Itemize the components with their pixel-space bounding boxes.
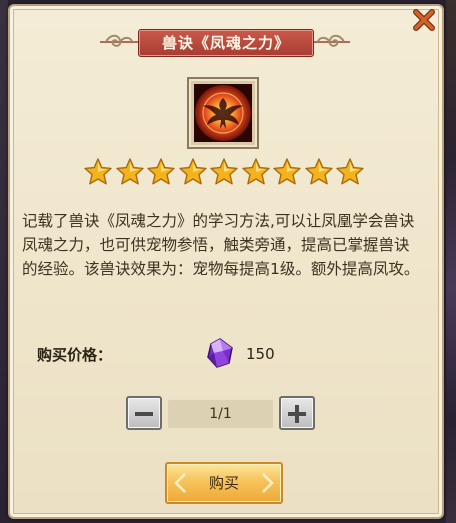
star-icon bbox=[336, 158, 364, 185]
close-button[interactable] bbox=[410, 6, 438, 34]
arrow-ornament-left-icon bbox=[174, 473, 186, 493]
decrease-quantity-button[interactable] bbox=[126, 396, 162, 430]
star-icon bbox=[304, 158, 333, 185]
star-icon bbox=[273, 158, 301, 185]
star-icon bbox=[241, 158, 270, 185]
arrow-ornament-right-icon bbox=[262, 473, 274, 493]
purple-gem-icon bbox=[207, 338, 233, 368]
price-label: 购买价格： bbox=[37, 346, 113, 364]
title-banner: 兽诀《凤魂之力》 bbox=[100, 28, 350, 57]
item-icon-frame bbox=[187, 77, 259, 149]
increase-quantity-button[interactable] bbox=[279, 396, 315, 430]
cloud-ornament-right-icon bbox=[317, 34, 345, 47]
background-right-edge bbox=[446, 0, 456, 523]
dialog-title: 兽诀《凤魂之力》 bbox=[138, 29, 314, 57]
price-value: 150 bbox=[246, 345, 275, 363]
buy-button[interactable]: 购买 bbox=[165, 462, 283, 504]
game-screen: 兽诀《凤魂之力》 记载了兽诀《凤魂之力》的学习方法,可以让凤凰学会兽诀凤魂之力，… bbox=[0, 0, 456, 523]
phoenix-icon bbox=[194, 84, 252, 142]
star-icon bbox=[178, 158, 207, 185]
star-rating bbox=[83, 157, 365, 189]
star-icon bbox=[84, 158, 112, 185]
cloud-ornament-left-icon bbox=[105, 34, 133, 47]
minus-icon bbox=[135, 412, 153, 416]
star-icon bbox=[115, 158, 144, 185]
item-description: 记载了兽诀《凤魂之力》的学习方法,可以让凤凰学会兽诀凤魂之力，也可供宠物参悟，触… bbox=[22, 212, 420, 278]
star-icon bbox=[147, 158, 175, 185]
background-left-edge bbox=[0, 0, 8, 523]
quantity-display: 1/1 bbox=[168, 400, 273, 428]
star-icon bbox=[210, 158, 238, 185]
buy-button-label: 购买 bbox=[208, 474, 239, 492]
plus-icon bbox=[288, 405, 306, 423]
close-icon bbox=[413, 9, 435, 31]
